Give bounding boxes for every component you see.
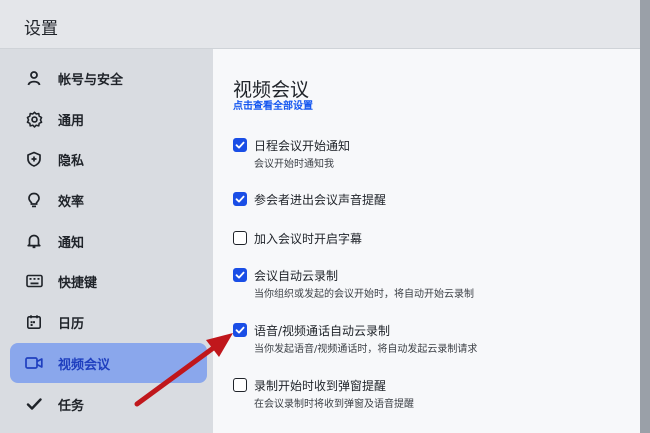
red-arrow-annotation bbox=[134, 333, 233, 407]
